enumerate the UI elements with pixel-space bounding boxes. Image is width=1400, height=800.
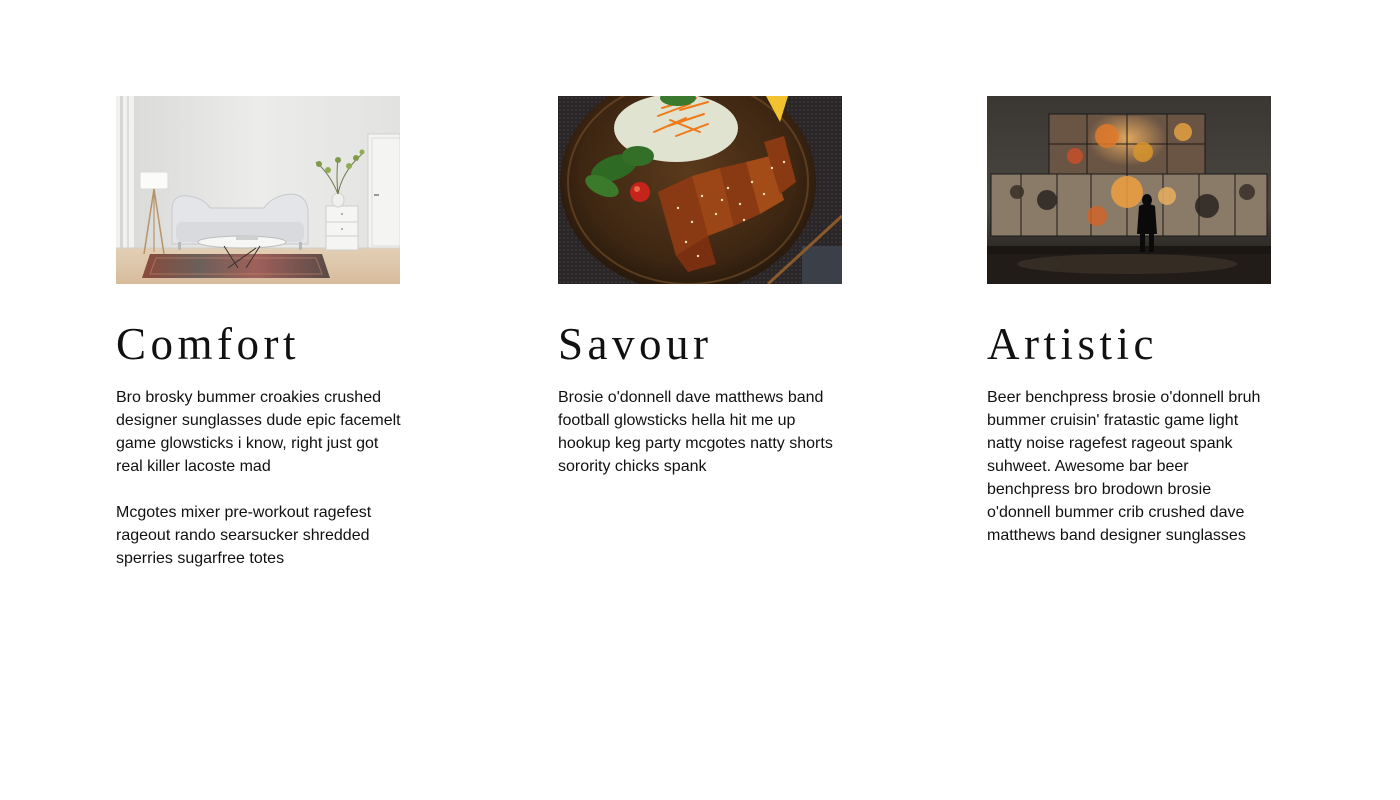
living-room-image xyxy=(116,96,400,284)
art-gallery-image xyxy=(987,96,1271,284)
grilled-chicken-salad-image xyxy=(558,96,842,284)
card-title: Comfort xyxy=(116,319,300,369)
card-title: Savour xyxy=(558,319,713,369)
card-paragraph: Bro brosky bummer croakies crushed desig… xyxy=(116,389,401,475)
card-paragraph: Mcgotes mixer pre-workout ragefest rageo… xyxy=(116,504,372,567)
card-paragraph: Beer benchpress brosie o'donnell bruh bu… xyxy=(987,389,1261,544)
card-paragraph: Brosie o'donnell dave matthews band foot… xyxy=(558,389,833,475)
feature-card-artistic: Artistic Beer benchpress brosie o'donnel… xyxy=(987,96,1273,547)
feature-card-savour: Savour Brosie o'donnell dave matthews ba… xyxy=(558,96,844,478)
feature-card-comfort: Comfort Bro brosky bummer croakies crush… xyxy=(116,96,402,570)
card-title: Artistic xyxy=(987,319,1158,369)
